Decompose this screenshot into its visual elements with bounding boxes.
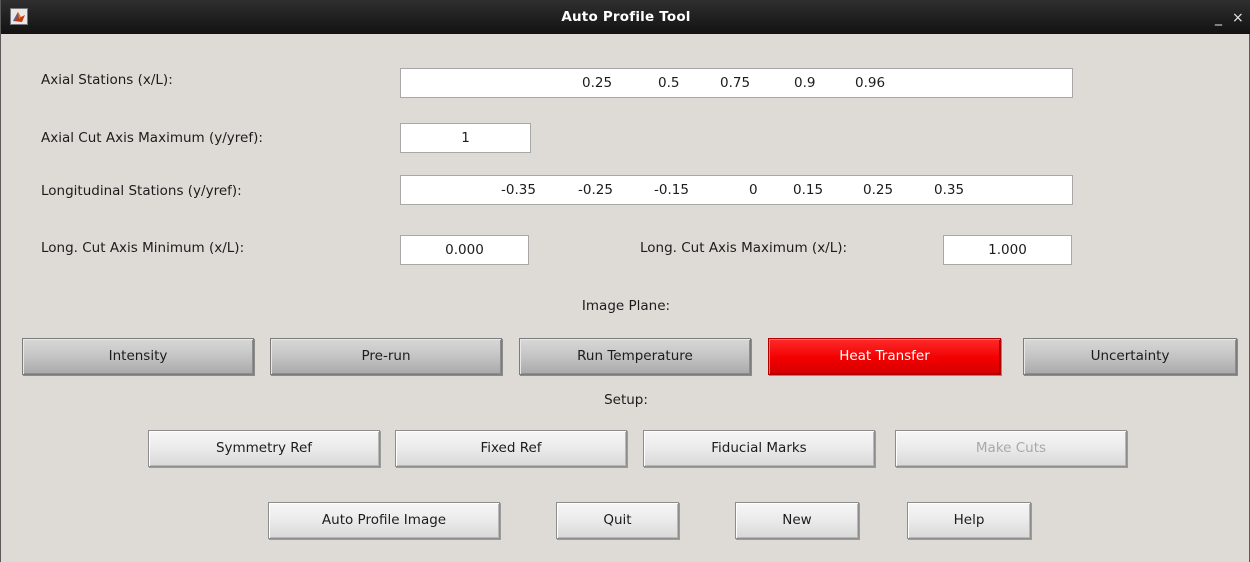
axial-station-value: 0.5 (658, 75, 680, 91)
longitudinal-station-value: 0 (749, 182, 758, 198)
longitudinal-station-value: 0.15 (793, 182, 824, 198)
axial-station-value: 0.25 (582, 75, 613, 91)
long-cut-max-label: Long. Cut Axis Maximum (x/L): (640, 240, 848, 256)
long-cut-min-field[interactable]: 0.000 (400, 235, 529, 265)
image-plane-label: Image Plane: (581, 298, 671, 314)
uncertainty-button[interactable]: Uncertainty (1023, 338, 1237, 375)
minimize-button[interactable]: _ (1215, 0, 1222, 34)
axial-stations-field[interactable]: 0.25 0.5 0.75 0.9 0.96 (400, 68, 1073, 98)
longitudinal-stations-label: Longitudinal Stations (y/yref): (41, 183, 242, 199)
long-cut-max-field[interactable]: 1.000 (943, 235, 1072, 265)
auto-profile-image-button[interactable]: Auto Profile Image (268, 502, 500, 539)
window-title: Auto Profile Tool (561, 9, 691, 25)
longitudinal-station-value: -0.15 (654, 182, 689, 198)
fiducial-marks-button[interactable]: Fiducial Marks (643, 430, 875, 467)
longitudinal-stations-field[interactable]: -0.35 -0.25 -0.15 0 0.15 0.25 0.35 (400, 175, 1073, 205)
setup-label: Setup: (604, 392, 648, 408)
close-button[interactable]: × (1232, 0, 1244, 34)
axial-stations-label: Axial Stations (x/L): (41, 72, 173, 88)
axial-station-value: 0.9 (794, 75, 816, 91)
intensity-button[interactable]: Intensity (22, 338, 254, 375)
quit-button[interactable]: Quit (556, 502, 679, 539)
longitudinal-station-value: 0.25 (863, 182, 894, 198)
longitudinal-station-value: -0.35 (501, 182, 536, 198)
axial-cut-max-field[interactable]: 1 (400, 123, 531, 153)
symmetry-ref-button[interactable]: Symmetry Ref (148, 430, 380, 467)
axial-station-value: 0.75 (720, 75, 751, 91)
title-bar[interactable]: Auto Profile Tool _ × (1, 0, 1250, 34)
fixed-ref-button[interactable]: Fixed Ref (395, 430, 627, 467)
longitudinal-station-value: -0.25 (578, 182, 613, 198)
pre-run-button[interactable]: Pre-run (270, 338, 502, 375)
help-button[interactable]: Help (907, 502, 1031, 539)
make-cuts-button: Make Cuts (895, 430, 1127, 467)
longitudinal-station-value: 0.35 (934, 182, 965, 198)
heat-transfer-button[interactable]: Heat Transfer (768, 338, 1001, 375)
axial-cut-max-label: Axial Cut Axis Maximum (y/yref): (41, 130, 263, 146)
auto-profile-tool-window: Auto Profile Tool _ × Axial Stations (x/… (0, 0, 1250, 562)
run-temperature-button[interactable]: Run Temperature (519, 338, 751, 375)
long-cut-min-label: Long. Cut Axis Minimum (x/L): (41, 240, 245, 256)
new-button[interactable]: New (735, 502, 859, 539)
axial-station-value: 0.96 (855, 75, 886, 91)
